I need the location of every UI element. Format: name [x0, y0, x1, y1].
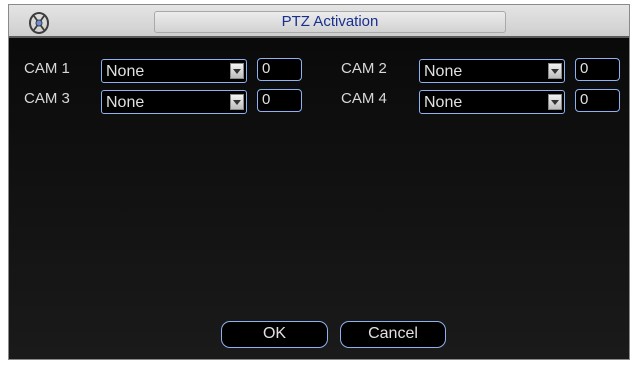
- main-panel: CAM 1 None 0 CAM 2 None 0 CAM 3 None 0 C…: [9, 38, 629, 359]
- cam-2-ptz-select[interactable]: None: [419, 59, 565, 83]
- cam-4-select-value: None: [424, 94, 463, 111]
- dropdown-arrow-icon[interactable]: [230, 94, 244, 110]
- dvr-logo-icon: [29, 12, 49, 34]
- title-bar: PTZ Activation: [9, 5, 629, 38]
- cam-2-label: CAM 2: [341, 60, 387, 77]
- cam-3-ptz-select[interactable]: None: [101, 90, 247, 114]
- cam-3-label: CAM 3: [24, 90, 70, 107]
- dropdown-arrow-icon[interactable]: [548, 63, 562, 79]
- cam-2-preset-field[interactable]: 0: [575, 58, 620, 81]
- cam-4-preset-field[interactable]: 0: [575, 89, 620, 112]
- cam-1-ptz-select[interactable]: None: [101, 59, 247, 83]
- cam-3-select-value: None: [106, 94, 145, 111]
- window-title: PTZ Activation: [281, 13, 379, 30]
- dropdown-arrow-icon[interactable]: [230, 63, 244, 79]
- cancel-button[interactable]: Cancel: [340, 321, 446, 348]
- cam-1-preset-field[interactable]: 0: [257, 58, 302, 81]
- cam-2-select-value: None: [424, 63, 463, 80]
- dropdown-arrow-icon[interactable]: [548, 94, 562, 110]
- cam-4-label: CAM 4: [341, 90, 387, 107]
- ptz-activation-window: PTZ Activation CAM 1 None 0 CAM 2 None 0…: [8, 4, 630, 360]
- cam-1-label: CAM 1: [24, 60, 70, 77]
- cam-4-ptz-select[interactable]: None: [419, 90, 565, 114]
- cam-3-preset-field[interactable]: 0: [257, 89, 302, 112]
- ok-button[interactable]: OK: [221, 321, 328, 348]
- cam-1-select-value: None: [106, 63, 145, 80]
